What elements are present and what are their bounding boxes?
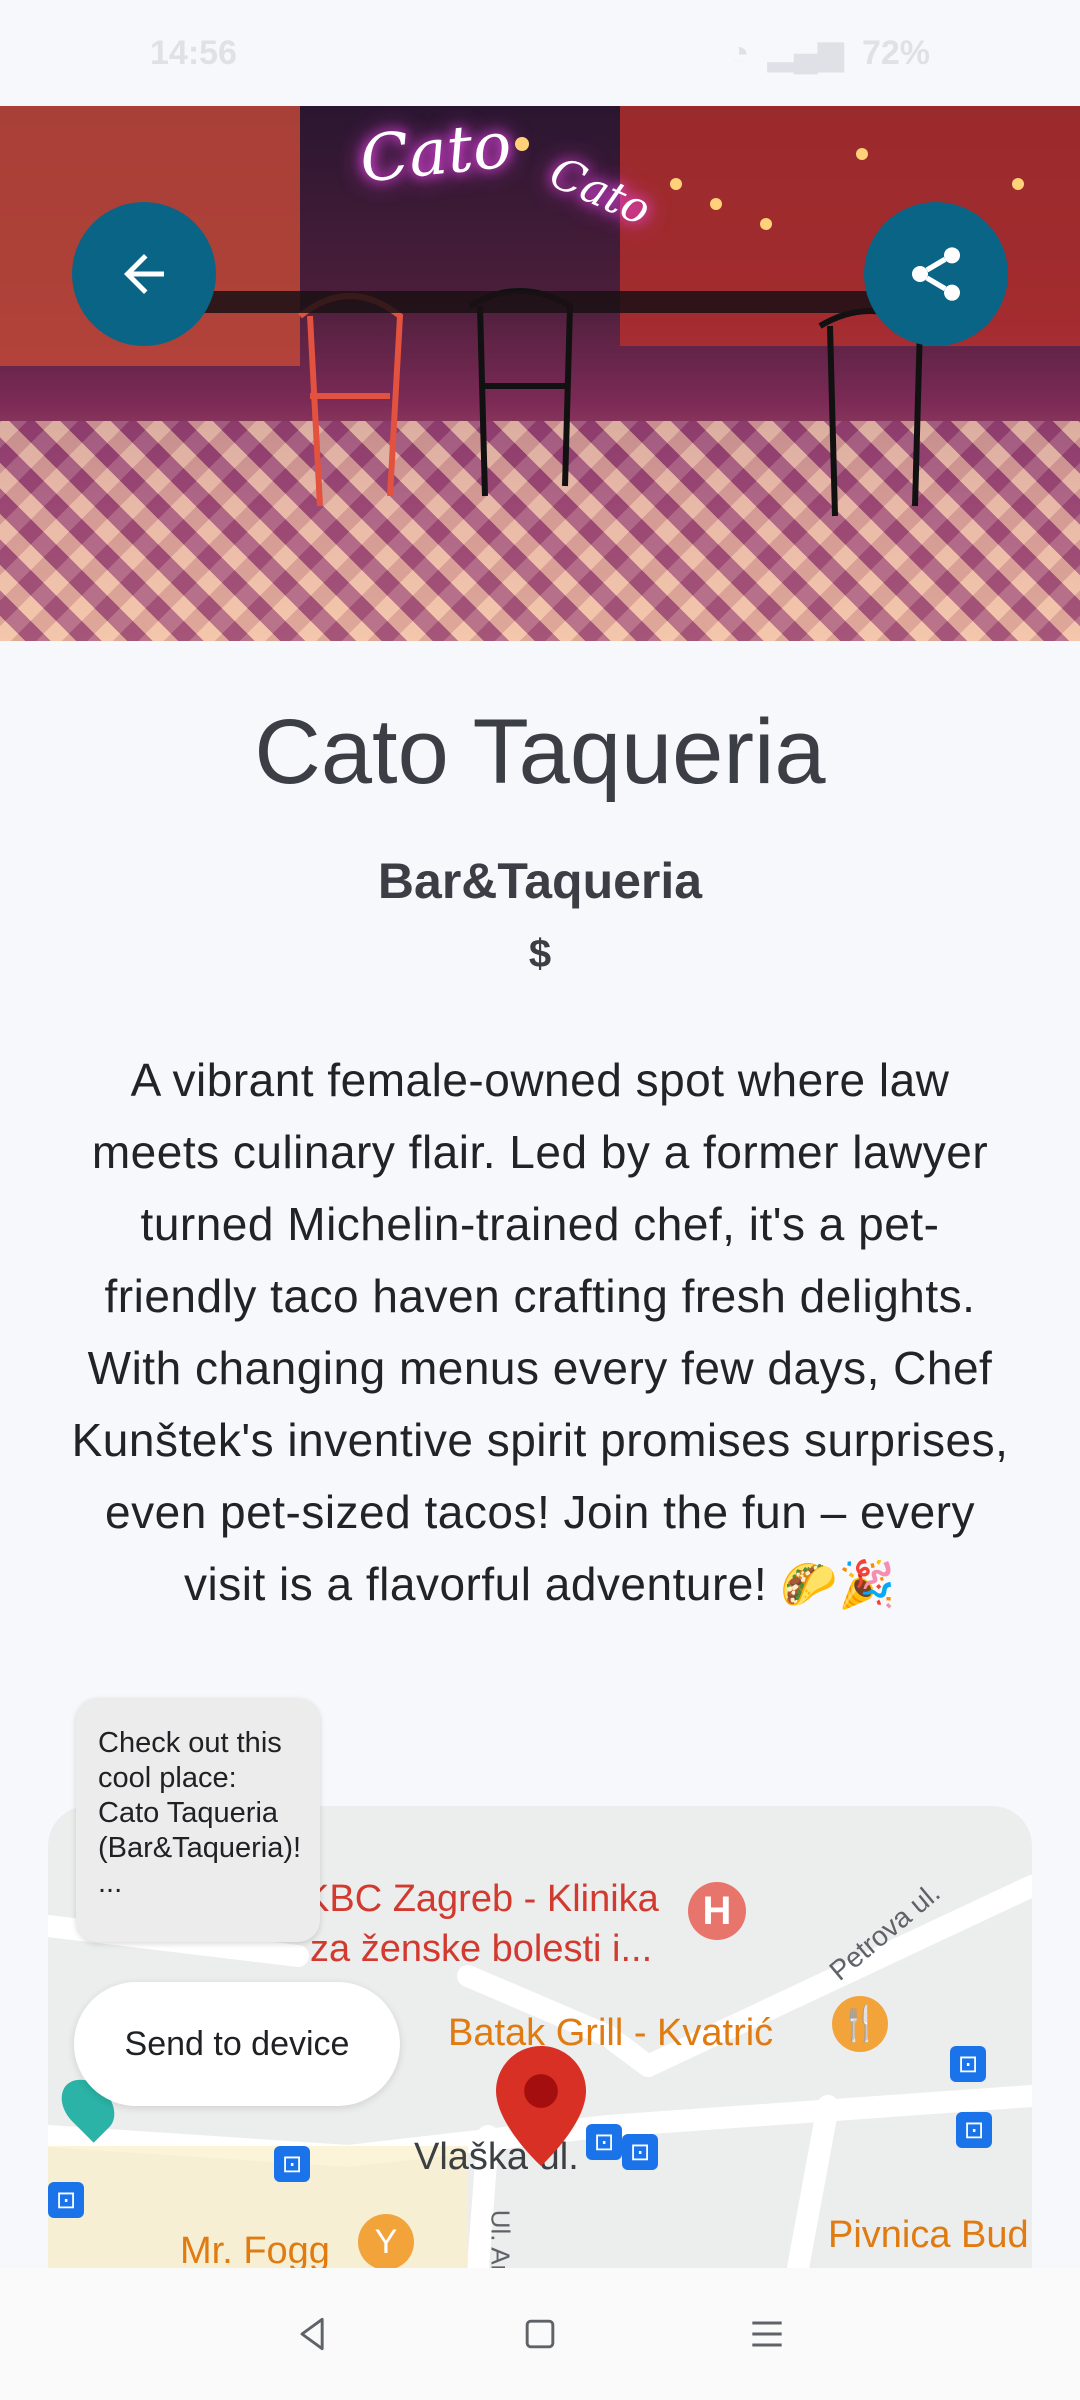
nav-menu-icon[interactable] [745, 2312, 789, 2356]
tram-stop-icon[interactable]: ⊡ [956, 2112, 992, 2148]
bar-icon[interactable]: Y [358, 2214, 414, 2268]
hero-chairs [160, 137, 1024, 517]
place-description: A vibrant female-owned spot where law me… [71, 1054, 1009, 1610]
back-button[interactable] [72, 202, 216, 346]
nav-back-icon[interactable] [291, 2312, 335, 2356]
map-label-vertical-street: Ul. Ar [485, 2209, 516, 2268]
tram-stop-icon[interactable]: ⊡ [586, 2124, 622, 2160]
status-icons: ◔ ▂▄▆ 72% [729, 33, 930, 73]
status-bar: 14:56 ◔ ▂▄▆ 72% [0, 0, 1080, 106]
place-category: Bar&Taqueria [377, 853, 703, 909]
map-label-hospital: KBC Zagreb - Klinika [304, 1878, 659, 1920]
send-to-device-button[interactable]: Send to device [74, 1982, 400, 2106]
tram-stop-icon[interactable]: ⊡ [274, 2146, 310, 2182]
tram-stop-icon[interactable]: ⊡ [48, 2182, 84, 2218]
share-button[interactable] [864, 202, 1008, 346]
hospital-icon[interactable]: H [688, 1882, 746, 1940]
signal-icon: ▂▄▆ [767, 34, 844, 72]
battery-level: 72% [861, 33, 930, 72]
share-icon [912, 247, 960, 301]
status-time: 14:56 [150, 33, 237, 72]
wifi-icon: ◔ [729, 33, 750, 72]
nav-home-icon[interactable] [518, 2312, 562, 2356]
share-text-tooltip[interactable]: Check out this cool place: Cato Taqueria… [76, 1698, 320, 1942]
map-pin-icon[interactable] [496, 2046, 586, 2166]
tram-stop-icon[interactable]: ⊡ [622, 2134, 658, 2170]
restaurant-icon[interactable]: 🍴 [832, 1996, 888, 2052]
price-level: $ [528, 932, 552, 976]
map-label-mr-fogg: Mr. Fogg [180, 2230, 330, 2268]
hero-image: Cato Cato [0, 106, 1080, 641]
system-nav-bar [0, 2268, 1080, 2400]
map-label-hospital-line2: za ženske bolesti i... [310, 1928, 653, 1970]
place-name: Cato Taqueria [254, 701, 826, 803]
arrow-left-icon [124, 254, 164, 294]
tram-stop-icon[interactable]: ⊡ [950, 2046, 986, 2082]
map-label-pivnica: Pivnica Bud [828, 2214, 1029, 2256]
